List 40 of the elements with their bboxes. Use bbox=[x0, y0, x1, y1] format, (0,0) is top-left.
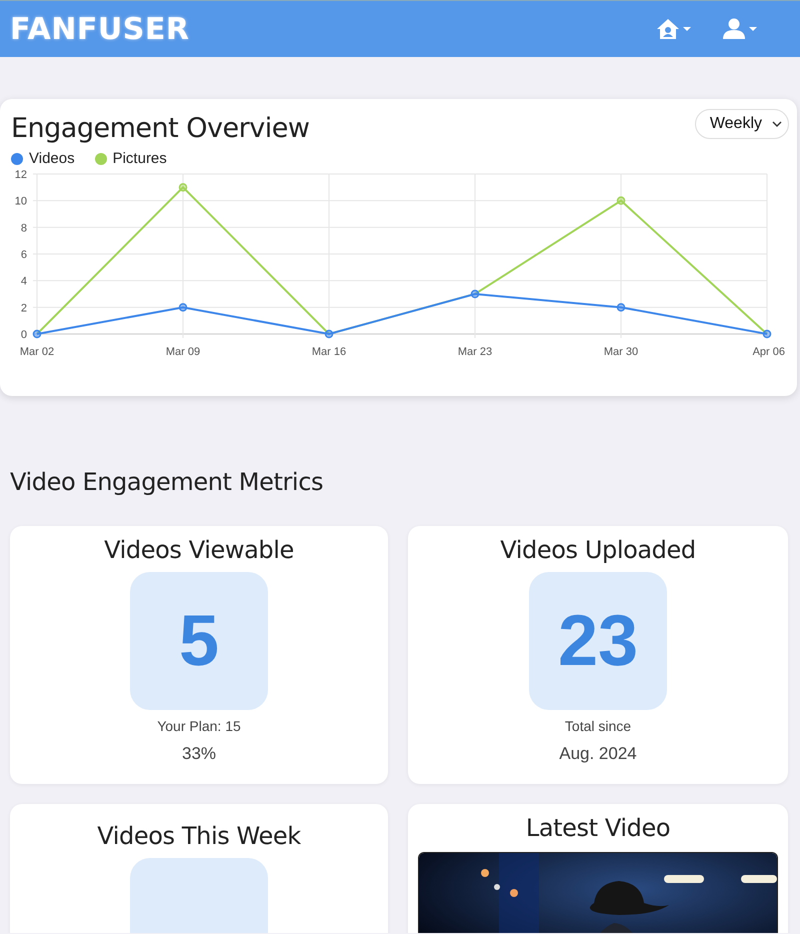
user-menu-button[interactable] bbox=[722, 18, 758, 40]
legend-label: Videos bbox=[29, 150, 75, 167]
stat-caption: Total since bbox=[564, 718, 632, 734]
legend-label: Pictures bbox=[112, 150, 167, 167]
stat-detail: 33% bbox=[182, 744, 216, 764]
y-tick-label: 12 bbox=[14, 169, 27, 181]
stat-caption: Your Plan: 15 bbox=[157, 718, 241, 734]
user-icon bbox=[722, 18, 758, 40]
stat-value: 23 bbox=[558, 600, 638, 682]
y-tick-label: 8 bbox=[20, 222, 27, 234]
card-title: Latest Video bbox=[526, 814, 670, 842]
stat-value: 5 bbox=[178, 600, 220, 682]
stat-detail: Aug. 2024 bbox=[559, 744, 637, 764]
x-tick-label: Apr 06 bbox=[752, 346, 785, 358]
data-point bbox=[324, 330, 334, 338]
card-title: Videos Uploaded bbox=[500, 536, 696, 564]
period-select[interactable]: Weekly bbox=[694, 109, 789, 139]
x-tick-label: Mar 23 bbox=[458, 346, 492, 358]
x-tick-label: Mar 02 bbox=[20, 346, 54, 358]
y-tick-label: 0 bbox=[20, 329, 27, 341]
y-tick-label: 2 bbox=[20, 302, 27, 314]
chart-title: Engagement Overview bbox=[11, 113, 310, 144]
section-title: Video Engagement Metrics bbox=[10, 468, 324, 496]
card-title: Videos This Week bbox=[97, 822, 301, 850]
x-tick-label: Mar 30 bbox=[604, 346, 638, 358]
chevron-down-icon bbox=[772, 121, 782, 127]
y-tick-label: 4 bbox=[20, 276, 27, 288]
y-tick-label: 6 bbox=[20, 249, 27, 261]
data-point bbox=[470, 290, 480, 298]
data-point bbox=[762, 330, 772, 338]
card-title: Videos Viewable bbox=[104, 536, 294, 564]
data-point bbox=[178, 183, 188, 192]
x-tick-label: Mar 16 bbox=[312, 346, 346, 358]
data-point bbox=[178, 303, 188, 312]
data-point bbox=[616, 196, 626, 205]
y-tick-label: 10 bbox=[14, 196, 27, 208]
x-tick-label: Mar 09 bbox=[166, 346, 200, 358]
data-point bbox=[616, 303, 626, 312]
app-logo: FANFUSER bbox=[10, 12, 190, 46]
data-point bbox=[32, 330, 42, 338]
